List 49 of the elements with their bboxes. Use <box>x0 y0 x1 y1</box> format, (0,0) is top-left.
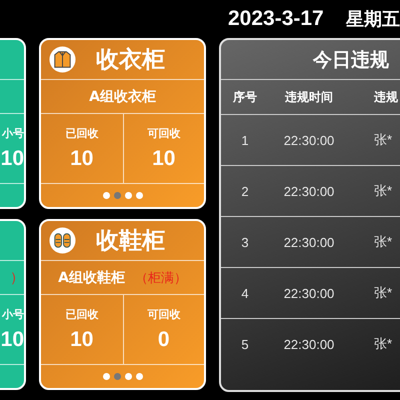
table-cell: 张* <box>374 233 392 251</box>
group-name: A组收鞋柜 <box>58 268 125 286</box>
page-dot[interactable] <box>102 192 110 199</box>
stat-value: 10 <box>152 147 176 171</box>
table-cell: 张* <box>374 131 392 149</box>
table-cell: 22:30:00 <box>284 234 334 250</box>
page-dot[interactable] <box>136 192 142 199</box>
table-cell: 22:30:00 <box>284 286 334 300</box>
stat-label: 小号 <box>2 307 24 322</box>
page-dot[interactable] <box>136 373 142 380</box>
table-cell: 2 <box>241 184 249 198</box>
column-header: 序号 <box>233 88 257 106</box>
column-header: 违规时间 <box>285 88 333 106</box>
status-text: ） <box>10 268 24 286</box>
page-dot[interactable] <box>102 373 110 380</box>
stat-label: 小号 <box>2 126 24 141</box>
page-dot[interactable] <box>114 192 120 199</box>
stat-label: 可回收 <box>147 126 180 141</box>
stat-value: 10 <box>70 147 94 171</box>
stat-label: 可回收 <box>147 307 180 322</box>
page-dot[interactable] <box>124 373 132 380</box>
table-cell: 张* <box>374 335 392 353</box>
stat-value: 0 <box>158 328 170 352</box>
table-cell: 4 <box>241 286 249 300</box>
table-cell: 5 <box>241 336 249 352</box>
date-text: 2023-3-17 <box>228 7 324 31</box>
table-cell: 22:30:00 <box>284 336 334 352</box>
stat-label: 已回收 <box>65 307 98 322</box>
stat-value: 10 <box>0 147 24 171</box>
column-header: 违规 <box>374 88 398 106</box>
page-dot[interactable] <box>124 192 132 199</box>
group-name: A组收衣柜 <box>89 88 156 106</box>
table-cell: 张* <box>374 284 392 302</box>
card-title: 收衣柜 <box>96 46 165 75</box>
stat-value: 10 <box>70 328 94 352</box>
table-cell: 22:30:00 <box>284 132 334 148</box>
table-cell: 张* <box>374 182 392 200</box>
shoes-icon <box>49 227 76 254</box>
stat-label: 已回收 <box>65 126 98 141</box>
table-cell: 1 <box>241 132 249 148</box>
table-cell: 3 <box>241 234 249 250</box>
weekday-text: 星期五 <box>346 8 400 31</box>
table-cell: 22:30:00 <box>284 184 334 198</box>
status-text: （柜满） <box>134 270 187 286</box>
card-title: 收鞋柜 <box>96 227 165 256</box>
jacket-icon <box>49 46 76 73</box>
stat-value: 10 <box>0 328 24 352</box>
panel-title: 今日违规 <box>313 48 389 72</box>
page-dot[interactable] <box>114 373 120 380</box>
